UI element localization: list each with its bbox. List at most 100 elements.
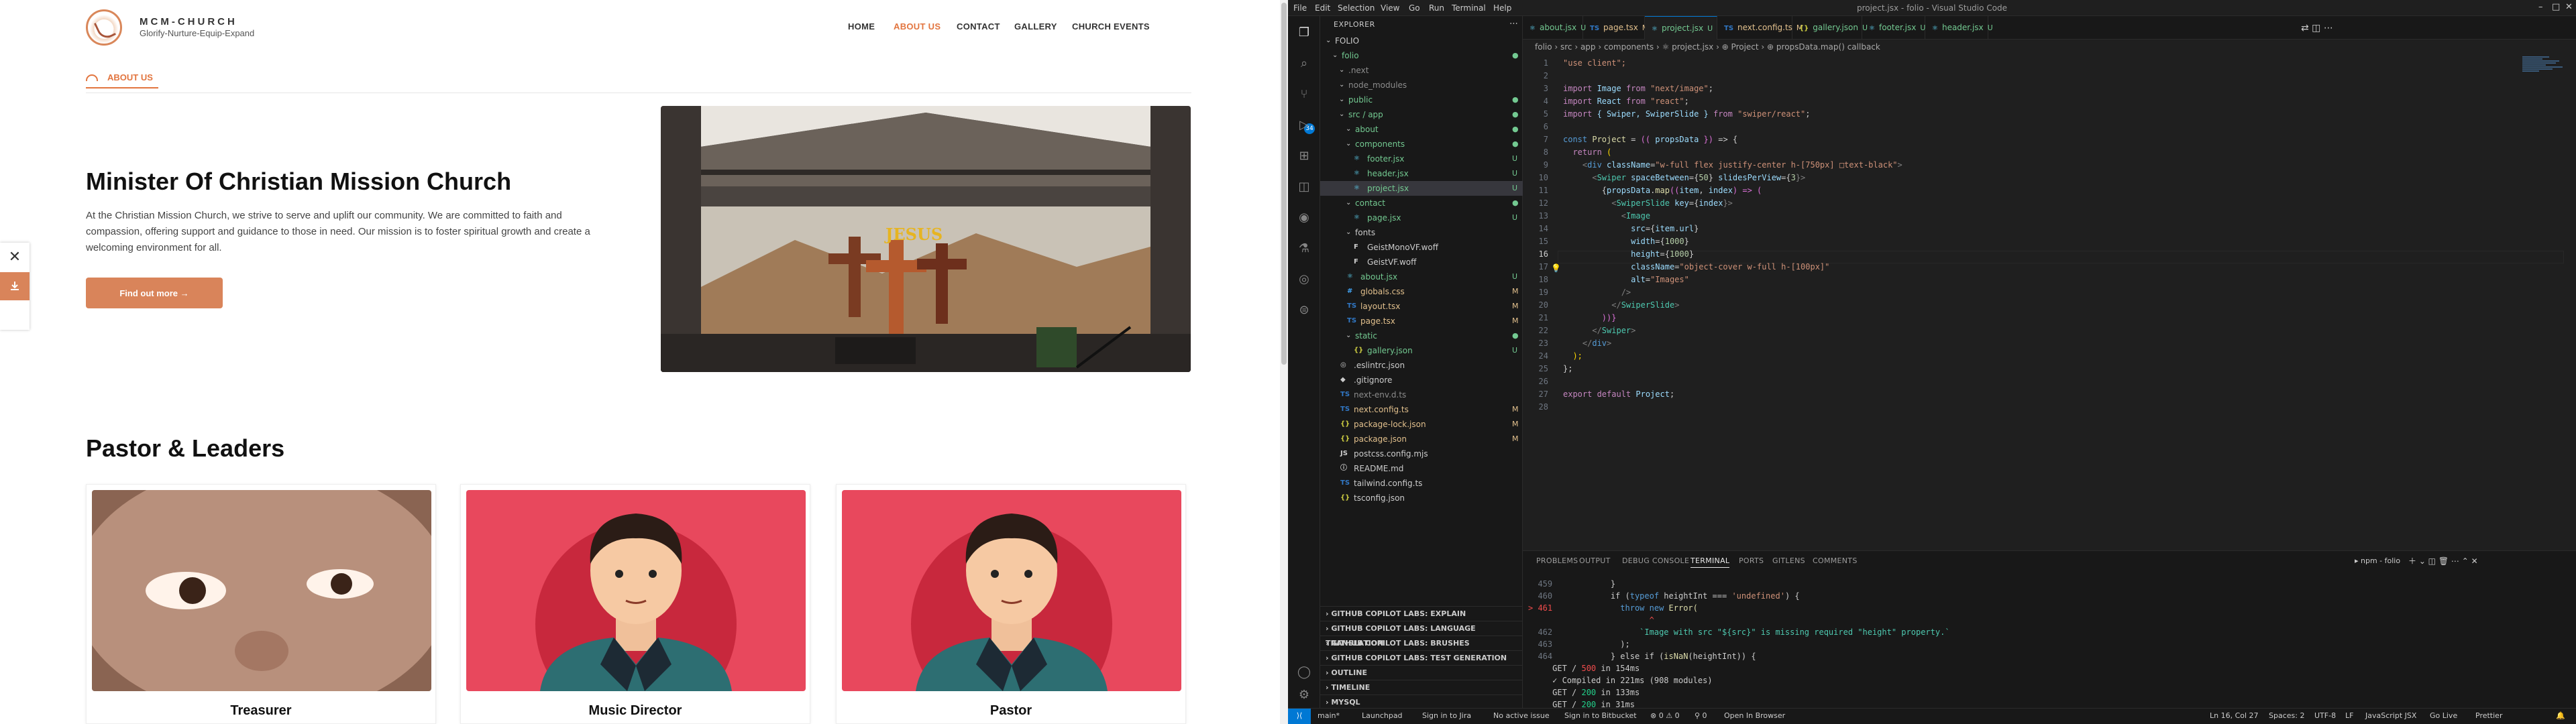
tree-item[interactable]: F GeistMonoVF.woff bbox=[1320, 240, 1523, 255]
tree-item[interactable]: # globals.css M bbox=[1320, 284, 1523, 299]
terminal-selector[interactable]: ▸ npm - folio bbox=[2355, 556, 2400, 565]
tree-item[interactable]: ⌄ fonts bbox=[1320, 225, 1523, 240]
tree-item[interactable]: {} package-lock.json M bbox=[1320, 417, 1523, 432]
sidebar-section-header[interactable]: › TIMELINE bbox=[1320, 680, 1523, 695]
tree-item[interactable]: {} package.json M bbox=[1320, 432, 1523, 446]
remote-explorer-icon[interactable]: ◫ bbox=[1296, 178, 1312, 194]
more-actions-icon[interactable]: ⋯ bbox=[1509, 19, 1518, 29]
sidebar-section-header[interactable]: › GITHUB COPILOT LABS: TEST GENERATION bbox=[1320, 650, 1523, 665]
settings-gear-icon[interactable]: ⚙ bbox=[1296, 686, 1312, 703]
tree-item[interactable]: ⌄ folio ● bbox=[1320, 48, 1523, 63]
copilot-icon[interactable]: ◎ bbox=[1296, 271, 1312, 287]
browser-scrollbar[interactable] bbox=[1280, 0, 1288, 724]
tree-item[interactable]: ◆ .gitignore bbox=[1320, 373, 1523, 387]
git-branch[interactable]: main* bbox=[1318, 709, 1340, 723]
panel-actions[interactable]: ＋ ⌄ ◫ 🗑 ⋯ ⌃ ✕ bbox=[2408, 555, 2478, 566]
leader-card-pastor[interactable]: Pastor bbox=[836, 484, 1186, 724]
tree-item[interactable]: {} tsconfig.json bbox=[1320, 491, 1523, 505]
menu-go[interactable]: Go bbox=[1409, 3, 1420, 13]
tree-item[interactable]: ⌄ .next bbox=[1320, 63, 1523, 78]
download-icon[interactable] bbox=[0, 272, 30, 300]
panel-tab-comments[interactable]: COMMENTS bbox=[1813, 556, 1858, 565]
encoding[interactable]: UTF-8 bbox=[2314, 709, 2336, 723]
source-control-icon[interactable]: ⑂ bbox=[1296, 86, 1312, 102]
remote-indicator-icon[interactable]: ⟩⟨ bbox=[1288, 709, 1311, 724]
language-mode[interactable]: JavaScript JSX bbox=[2365, 709, 2416, 723]
tab-header-jsx[interactable]: ⚛ header.jsx U bbox=[1925, 16, 1993, 40]
menu-edit[interactable]: Edit bbox=[1315, 3, 1330, 13]
sidebar-section-header[interactable]: › GITHUB COPILOT LABS: LANGUAGE TRANSLAT… bbox=[1320, 621, 1523, 648]
explorer-icon[interactable]: ❐ bbox=[1296, 24, 1312, 40]
menu-file[interactable]: File bbox=[1293, 3, 1307, 13]
nav-about-us[interactable]: ABOUT US bbox=[894, 21, 941, 32]
menu-view[interactable]: View bbox=[1381, 3, 1399, 13]
cursor-position[interactable]: Ln 16, Col 27 bbox=[2210, 709, 2259, 723]
nav-gallery[interactable]: GALLERY bbox=[1014, 21, 1057, 32]
run-debug-icon[interactable]: ▷ bbox=[1296, 117, 1312, 133]
panel-tab-gitlens[interactable]: GITLENS bbox=[1772, 556, 1805, 565]
tree-item[interactable]: ⌄ src / app ● bbox=[1320, 107, 1523, 122]
status-ports[interactable]: ⚲ 0 bbox=[1695, 709, 1707, 723]
tree-item[interactable]: TS tailwind.config.ts bbox=[1320, 476, 1523, 491]
account-icon[interactable]: ◯ bbox=[1296, 664, 1312, 680]
menu-run[interactable]: Run bbox=[1429, 3, 1444, 13]
minimap[interactable] bbox=[2522, 56, 2569, 89]
prettier[interactable]: Prettier bbox=[2475, 709, 2502, 723]
tab-gallery-json[interactable]: {} gallery.json U bbox=[1792, 16, 1868, 40]
nav-contact[interactable]: CONTACT bbox=[957, 21, 1000, 32]
breadcrumb[interactable]: folio › src › app › components › ⚛ proje… bbox=[1523, 40, 2576, 54]
tree-item[interactable]: F GeistVF.woff bbox=[1320, 255, 1523, 269]
code-editor[interactable]: 💡 1 "use client"; 2 3 import Image from "nex… bbox=[1523, 54, 2576, 550]
close-window-icon[interactable]: ✕ bbox=[2565, 2, 2573, 12]
notifications-icon[interactable]: 🔔 bbox=[2556, 709, 2565, 723]
scrollbar-thumb[interactable] bbox=[1281, 3, 1287, 365]
status-launchpad[interactable]: Launchpad bbox=[1362, 709, 1403, 723]
extensions-icon[interactable]: ⊞ bbox=[1296, 147, 1312, 164]
tree-item[interactable]: {} gallery.json U bbox=[1320, 343, 1523, 358]
nav-home[interactable]: HOME bbox=[848, 21, 875, 32]
tree-item[interactable]: TS next.config.ts M bbox=[1320, 402, 1523, 417]
panel-tab-problems[interactable]: PROBLEMS bbox=[1536, 556, 1578, 565]
panel-tab-output[interactable]: OUTPUT bbox=[1579, 556, 1611, 565]
maximize-icon[interactable]: □ bbox=[2552, 2, 2560, 12]
indentation[interactable]: Spaces: 2 bbox=[2269, 709, 2304, 723]
nav-church-events[interactable]: CHURCH EVENTS bbox=[1072, 21, 1150, 32]
tab-about-jsx[interactable]: ⚛ about.jsx U bbox=[1523, 16, 1586, 40]
tree-item[interactable]: ⌄ static ● bbox=[1320, 328, 1523, 343]
search-icon[interactable]: ⌕ bbox=[1296, 55, 1312, 71]
panel-tab-ports[interactable]: PORTS bbox=[1739, 556, 1764, 565]
status-jira[interactable]: Sign in to Jira bbox=[1422, 709, 1471, 723]
tree-item[interactable]: ⌄ components ● bbox=[1320, 137, 1523, 152]
menu-selection[interactable]: Selection bbox=[1338, 3, 1375, 13]
database-icon[interactable]: ⊜ bbox=[1296, 302, 1312, 318]
minimize-icon[interactable]: – bbox=[2538, 2, 2543, 12]
tab-page-tsx[interactable]: TSpage.tsxM bbox=[1583, 16, 1648, 40]
menu-help[interactable]: Help bbox=[1493, 3, 1511, 13]
tree-item[interactable]: ⚛ header.jsx U bbox=[1320, 166, 1523, 181]
menu-terminal[interactable]: Terminal bbox=[1452, 3, 1486, 13]
tree-item[interactable]: ⚛ page.jsx U bbox=[1320, 210, 1523, 225]
tree-item[interactable]: ⌄ about ● bbox=[1320, 122, 1523, 137]
tab-project-jsx[interactable]: ⚛ project.jsx U bbox=[1645, 16, 1717, 40]
open-in-browser[interactable]: Open In Browser bbox=[1724, 709, 1785, 723]
status-bitbucket[interactable]: Sign in to Bitbucket bbox=[1564, 709, 1637, 723]
tree-item[interactable]: JS postcss.config.mjs bbox=[1320, 446, 1523, 461]
leader-card-treasurer[interactable]: Treasurer bbox=[86, 484, 436, 724]
status-issue[interactable]: No active issue bbox=[1493, 709, 1550, 723]
gitlens-icon[interactable]: ◉ bbox=[1296, 209, 1312, 225]
panel-tab-debug-console[interactable]: DEBUG CONSOLE bbox=[1622, 556, 1689, 565]
leader-card-music-director[interactable]: Music Director bbox=[460, 484, 810, 724]
tree-item[interactable]: ◎ .eslintrc.json bbox=[1320, 358, 1523, 373]
tree-item[interactable]: TS next-env.d.ts bbox=[1320, 387, 1523, 402]
line-ending[interactable]: LF bbox=[2345, 709, 2353, 723]
tab-footer-jsx[interactable]: ⚛ footer.jsx U bbox=[1862, 16, 1925, 40]
close-icon[interactable]: ✕ bbox=[0, 243, 30, 271]
tab-next-config-ts[interactable]: TS next.config.ts M bbox=[1717, 16, 1803, 40]
testing-icon[interactable]: ⚗ bbox=[1296, 240, 1312, 256]
tree-item[interactable]: ⌄ public ● bbox=[1320, 93, 1523, 107]
sidebar-section-header[interactable]: › GITHUB COPILOT LABS: BRUSHES bbox=[1320, 636, 1523, 650]
sidebar-section-header[interactable]: › MYSQL bbox=[1320, 695, 1523, 709]
tree-item[interactable]: ⚛ footer.jsx U bbox=[1320, 152, 1523, 166]
sidebar-section-header[interactable]: › GITHUB COPILOT LABS: EXPLAIN bbox=[1320, 606, 1523, 621]
tree-item[interactable]: ⚛ project.jsx U bbox=[1320, 181, 1523, 196]
